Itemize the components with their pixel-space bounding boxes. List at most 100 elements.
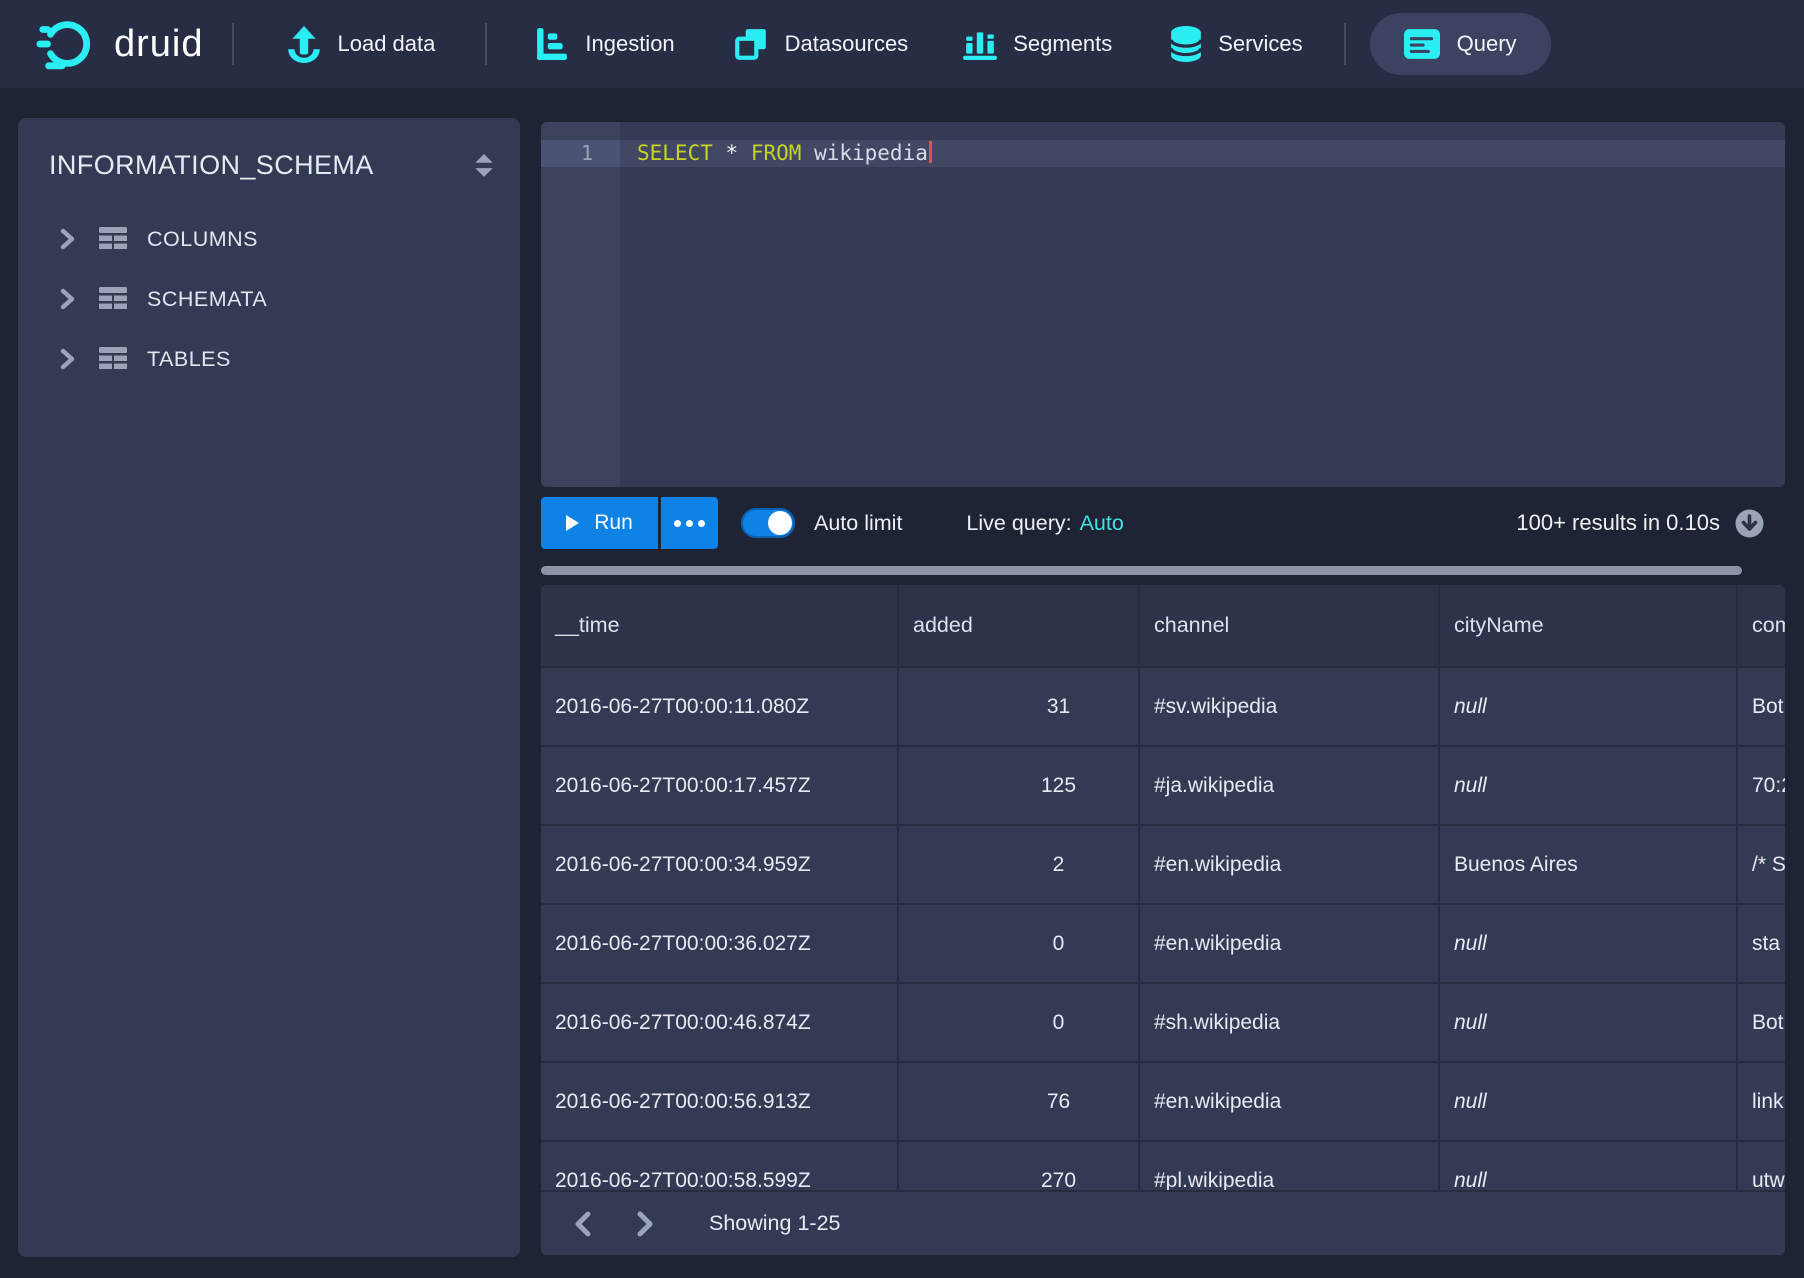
table-cell[interactable]: #sh.wikipedia	[1140, 984, 1440, 1061]
download-icon[interactable]	[1734, 508, 1765, 539]
table-cell[interactable]: #ja.wikipedia	[1140, 747, 1440, 824]
nav-item-label: Datasources	[785, 31, 909, 57]
nav-item-label: Query	[1457, 31, 1517, 57]
tree-item-label: COLUMNS	[147, 227, 258, 252]
table-cell[interactable]: 2	[899, 826, 1140, 903]
chevron-right-icon[interactable]	[60, 288, 75, 310]
next-page-button[interactable]	[625, 1204, 665, 1244]
chevron-right-icon[interactable]	[60, 348, 75, 370]
table-cell[interactable]: 0	[899, 984, 1140, 1061]
table-row: 2016-06-27T00:00:17.457Z125#ja.wikipedia…	[541, 747, 1785, 826]
table-row: 2016-06-27T00:00:11.080Z31#sv.wikipedian…	[541, 668, 1785, 747]
column-header-cityname[interactable]: cityName	[1440, 585, 1738, 666]
table-cell[interactable]: 2016-06-27T00:00:36.027Z	[541, 905, 899, 982]
query-results-panel: __timeaddedchannelcityNamecomment 2016-0…	[541, 585, 1785, 1255]
nav-item-services[interactable]: Services	[1170, 26, 1302, 62]
ingestion-icon	[535, 28, 569, 60]
sql-editor[interactable]: 1 SELECT * FROM wikipedia	[541, 122, 1785, 487]
column-header-channel[interactable]: channel	[1140, 585, 1440, 666]
table-cell[interactable]: 2016-06-27T00:00:11.080Z	[541, 668, 899, 745]
table-cell[interactable]: 31	[899, 668, 1140, 745]
column-header-comment[interactable]: comment	[1738, 585, 1785, 666]
table-cell[interactable]: #sv.wikipedia	[1140, 668, 1440, 745]
table-cell[interactable]: null	[1440, 668, 1738, 745]
ellipsis-icon	[674, 520, 705, 527]
nav-item-label: Segments	[1013, 31, 1112, 57]
table-row: 2016-06-27T00:00:56.913Z76#en.wikipedian…	[541, 1063, 1785, 1142]
table-cell[interactable]: 2016-06-27T00:00:34.959Z	[541, 826, 899, 903]
table-cell[interactable]: null	[1440, 905, 1738, 982]
tree-item-schemata[interactable]: SCHEMATA	[18, 269, 520, 329]
table-icon	[99, 347, 127, 371]
schema-sidebar: INFORMATION_SCHEMA	[18, 118, 520, 1257]
run-more-options-button[interactable]	[661, 497, 718, 549]
table-cell[interactable]: 2016-06-27T00:00:46.874Z	[541, 984, 899, 1061]
table-cell[interactable]: 0	[899, 905, 1140, 982]
table-cell[interactable]: 2016-06-27T00:00:56.913Z	[541, 1063, 899, 1140]
results-summary: 100+ results in 0.10s	[1516, 510, 1720, 536]
sql-identifier: wikipedia	[814, 141, 928, 165]
nav-item-segments[interactable]: Segments	[963, 28, 1112, 60]
datasources-icon	[733, 26, 769, 62]
brand-name: druid	[114, 23, 204, 66]
table-row: 2016-06-27T00:00:34.959Z2#en.wikipediaBu…	[541, 826, 1785, 905]
table-cell[interactable]: #en.wikipedia	[1140, 1063, 1440, 1140]
sql-star: *	[726, 141, 739, 165]
table-cell[interactable]: link	[1738, 1063, 1785, 1140]
table-cell[interactable]: null	[1440, 984, 1738, 1061]
nav-item-load-data[interactable]: Load data	[286, 25, 436, 63]
live-query-value[interactable]: Auto	[1080, 511, 1124, 535]
column-header--time[interactable]: __time	[541, 585, 899, 666]
editor-gutter	[541, 122, 620, 487]
table-cell[interactable]: 70:2	[1738, 747, 1785, 824]
table-icon	[99, 227, 127, 251]
column-header-added[interactable]: added	[899, 585, 1140, 666]
chevron-right-icon[interactable]	[60, 228, 75, 250]
table-cell[interactable]: 125	[899, 747, 1140, 824]
previous-page-button[interactable]	[563, 1204, 603, 1244]
live-query: Live query: Auto	[966, 511, 1123, 536]
results-footer: Showing 1-25	[541, 1190, 1785, 1255]
horizontal-scrollbar[interactable]	[541, 566, 1742, 575]
tree-item-columns[interactable]: COLUMNS	[18, 209, 520, 269]
top-navigation: druid Load data Ingestion	[0, 0, 1804, 88]
table-cell[interactable]: Bot	[1738, 984, 1785, 1061]
druid-logo-icon	[36, 18, 98, 70]
nav-item-query[interactable]: Query	[1370, 13, 1551, 75]
table-cell[interactable]: #en.wikipedia	[1140, 905, 1440, 982]
table-cell[interactable]: Buenos Aires	[1440, 826, 1738, 903]
nav-item-ingestion[interactable]: Ingestion	[535, 28, 674, 60]
table-cell[interactable]: #en.wikipedia	[1140, 826, 1440, 903]
play-icon	[566, 515, 579, 531]
sort-double-caret-icon[interactable]	[474, 154, 494, 178]
table-cell[interactable]: sta	[1738, 905, 1785, 982]
table-cell[interactable]: null	[1440, 747, 1738, 824]
upload-icon	[286, 25, 322, 63]
tree-item-label: SCHEMATA	[147, 287, 267, 312]
toggle-knob	[768, 511, 792, 535]
table-cell[interactable]: 2016-06-27T00:00:17.457Z	[541, 747, 899, 824]
showing-range-label: Showing 1-25	[709, 1211, 840, 1236]
nav-divider	[1344, 23, 1346, 65]
table-cell[interactable]: 76	[899, 1063, 1140, 1140]
segments-icon	[963, 28, 997, 60]
sql-keyword: FROM	[751, 141, 802, 165]
run-toolbar: Run Auto limit Live query:Auto 100+ resu…	[541, 497, 1785, 549]
nav-item-label: Load data	[338, 31, 436, 57]
table-cell[interactable]: Bot	[1738, 668, 1785, 745]
druid-logo[interactable]: druid	[36, 18, 204, 70]
query-icon	[1404, 29, 1440, 59]
run-button[interactable]: Run	[541, 497, 658, 549]
live-query-label: Live query:	[966, 511, 1071, 535]
nav-item-datasources[interactable]: Datasources	[733, 26, 909, 62]
nav-divider	[485, 23, 487, 65]
schema-tree: COLUMNS SCHEMATA	[18, 209, 520, 389]
nav-item-label: Services	[1218, 31, 1302, 57]
table-row: 2016-06-27T00:00:36.027Z0#en.wikipedianu…	[541, 905, 1785, 984]
auto-limit-toggle[interactable]	[741, 508, 795, 538]
table-cell[interactable]: /* S	[1738, 826, 1785, 903]
tree-item-tables[interactable]: TABLES	[18, 329, 520, 389]
table-cell[interactable]: null	[1440, 1063, 1738, 1140]
nav-item-label: Ingestion	[585, 31, 674, 57]
sql-query-text[interactable]: SELECT * FROM wikipedia	[637, 140, 932, 167]
